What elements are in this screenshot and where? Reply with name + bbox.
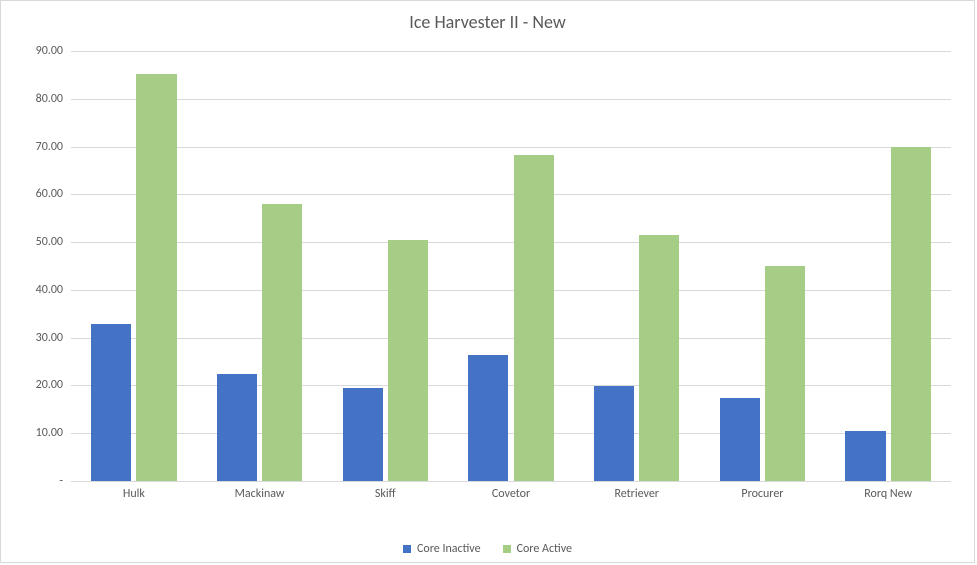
category-group	[448, 51, 574, 481]
bar-core-active	[136, 74, 176, 481]
y-tick-label: 10.00	[13, 426, 71, 440]
bar-core-inactive	[594, 386, 634, 481]
y-tick-label: 80.00	[13, 92, 71, 106]
x-tick-label: Mackinaw	[197, 481, 323, 511]
y-tick-label: 40.00	[13, 283, 71, 297]
y-tick-label: 50.00	[13, 235, 71, 249]
legend: Core Inactive Core Active	[1, 542, 974, 556]
bar-core-inactive	[845, 431, 885, 481]
category-group	[71, 51, 197, 481]
bar-core-active	[765, 266, 805, 481]
category-group	[322, 51, 448, 481]
x-tick-label: Procurer	[700, 481, 826, 511]
category-group	[197, 51, 323, 481]
bar-core-active	[388, 240, 428, 481]
bar-core-active	[262, 204, 302, 481]
x-tick-label: Skiff	[322, 481, 448, 511]
y-tick-label: -	[13, 474, 71, 488]
bar-core-inactive	[91, 324, 131, 481]
y-tick-label: 60.00	[13, 187, 71, 201]
legend-label-active: Core Active	[517, 542, 572, 556]
y-tick-label: 20.00	[13, 378, 71, 392]
legend-label-inactive: Core Inactive	[417, 542, 481, 556]
legend-swatch-active	[503, 545, 511, 553]
category-group	[700, 51, 826, 481]
chart-title: Ice Harvester II - New	[1, 1, 974, 43]
x-tick-label: Retriever	[574, 481, 700, 511]
chart-container: Ice Harvester II - New -10.0020.0030.004…	[0, 0, 975, 563]
category-group	[574, 51, 700, 481]
legend-item-active: Core Active	[503, 542, 572, 556]
x-tick-label: Hulk	[71, 481, 197, 511]
x-tick-label: Covetor	[448, 481, 574, 511]
legend-item-inactive: Core Inactive	[403, 542, 481, 556]
bar-core-active	[891, 147, 931, 481]
x-axis: HulkMackinawSkiffCovetorRetrieverProcure…	[71, 481, 951, 511]
bars-layer	[71, 51, 951, 481]
y-tick-label: 90.00	[13, 44, 71, 58]
y-tick-label: 30.00	[13, 331, 71, 345]
bar-core-active	[639, 235, 679, 481]
bar-core-inactive	[217, 374, 257, 482]
bar-core-active	[514, 155, 554, 481]
category-group	[825, 51, 951, 481]
bar-core-inactive	[468, 355, 508, 481]
bar-core-inactive	[343, 388, 383, 481]
x-tick-label: Rorq New	[825, 481, 951, 511]
bar-core-inactive	[720, 398, 760, 481]
legend-swatch-inactive	[403, 545, 411, 553]
plot-area: -10.0020.0030.0040.0050.0060.0070.0080.0…	[71, 51, 951, 481]
y-tick-label: 70.00	[13, 140, 71, 154]
